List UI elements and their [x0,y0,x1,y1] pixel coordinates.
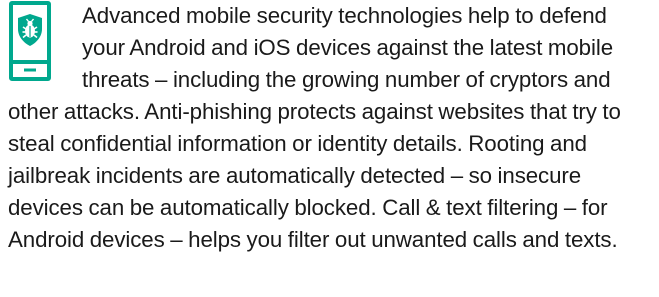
feature-block: Advanced mobile security technologies he… [8,0,654,256]
feature-description: Advanced mobile security technologies he… [8,3,621,252]
mobile-security-icon [8,0,72,94]
phone-shield-bug-icon [9,1,51,81]
